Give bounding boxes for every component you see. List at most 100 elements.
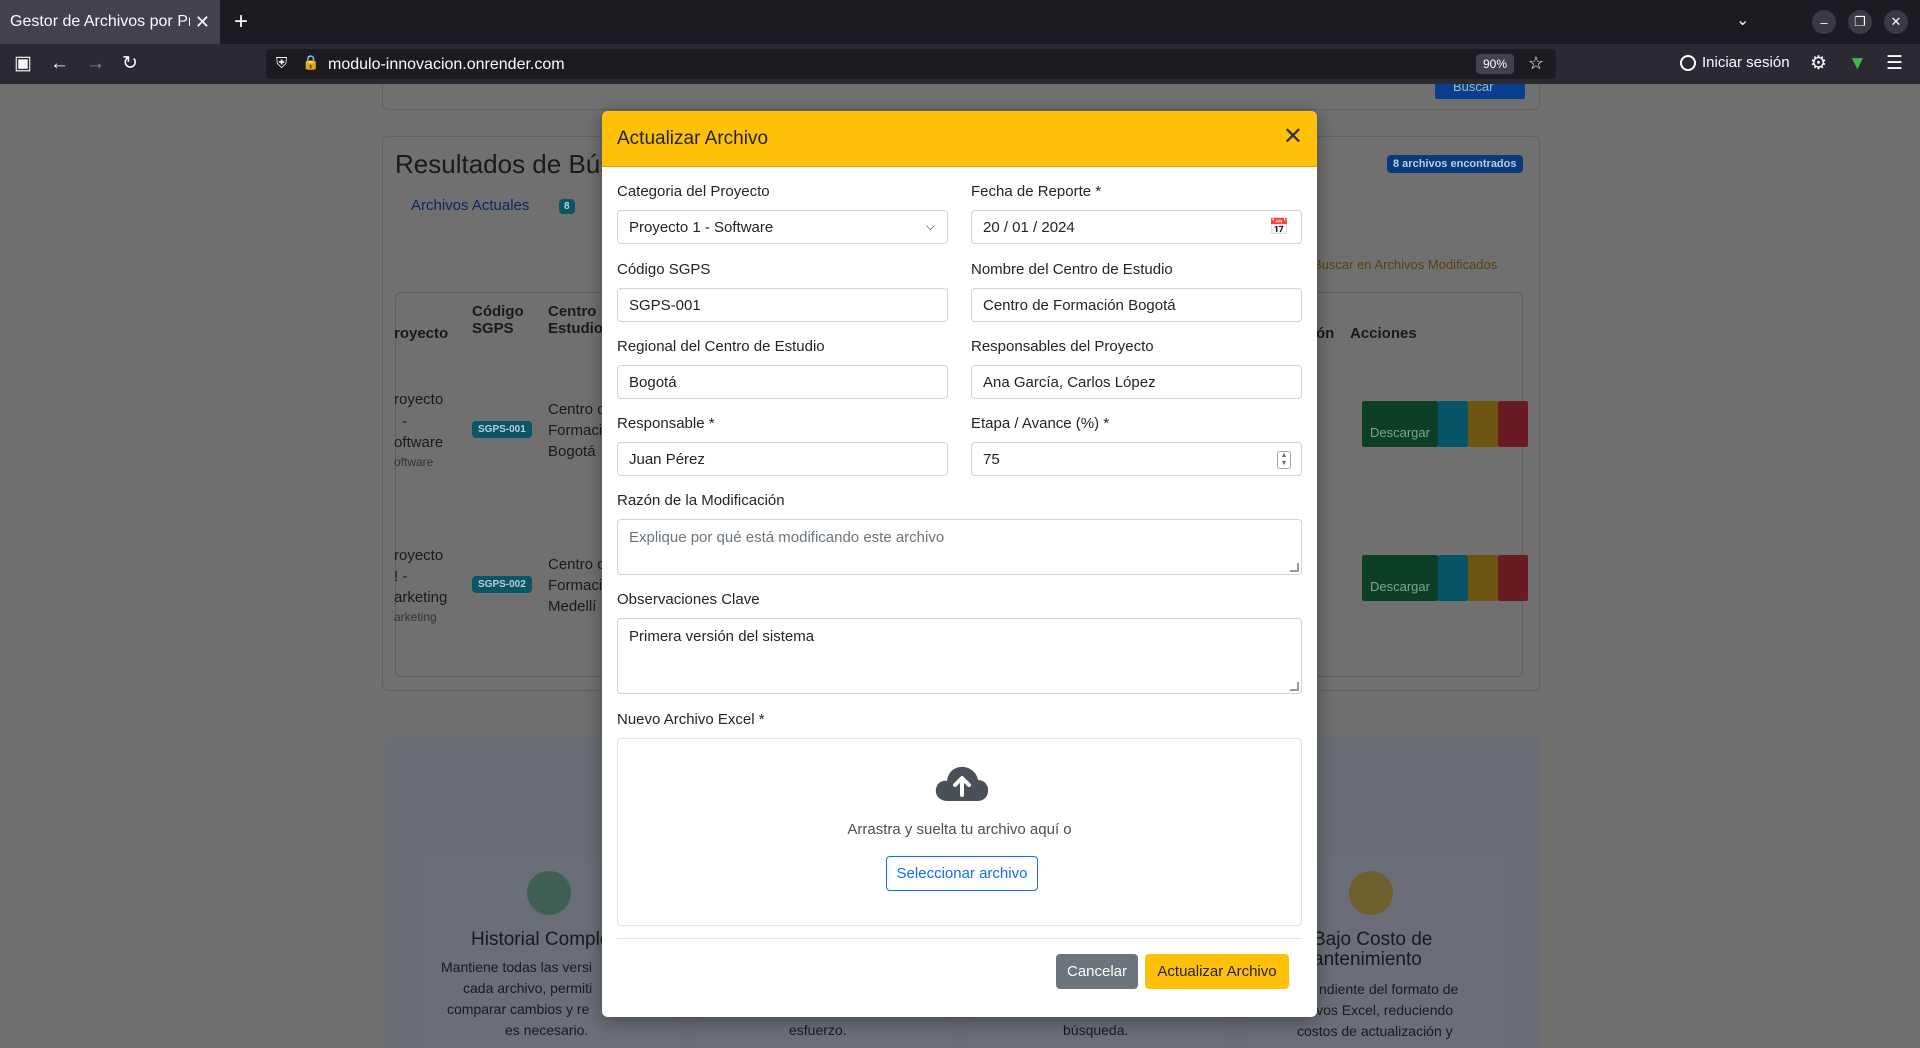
progress-number-input[interactable]: 75 ▲ ▼ bbox=[971, 442, 1302, 476]
update-file-modal: Actualizar Archivo ✕ Categoria del Proye… bbox=[602, 111, 1317, 1017]
row2-project-line1: royecto bbox=[394, 547, 444, 564]
browser-tab[interactable]: Gestor de Archivos por Proyecto ✕ bbox=[0, 0, 220, 44]
app-menu-icon[interactable]: ☰ bbox=[1886, 53, 1903, 75]
row2-project-line2: ! - bbox=[394, 568, 408, 585]
row1-edit-button[interactable] bbox=[1468, 401, 1498, 447]
category-selected-value: Proyecto 1 - Software bbox=[629, 218, 774, 236]
tab-close-icon[interactable]: ✕ bbox=[195, 12, 210, 32]
project-leads-input[interactable]: Ana García, Carlos López bbox=[971, 365, 1302, 399]
report-date-input[interactable]: 20 / 01 / 2024 📅 bbox=[971, 210, 1302, 244]
file-dropzone[interactable]: Arrastra y suelta tu archivo aquí o Sele… bbox=[617, 738, 1302, 926]
column-header-version: ón bbox=[1316, 325, 1335, 342]
resize-grip-icon[interactable] bbox=[1290, 682, 1299, 691]
cancel-button[interactable]: Cancelar bbox=[1056, 954, 1138, 989]
row1-download-label: Descargar bbox=[1370, 425, 1430, 440]
row2-view-button[interactable] bbox=[1438, 555, 1468, 601]
row1-center-line1: Centro c bbox=[548, 401, 605, 418]
sgps-code-label: Código SGPS bbox=[617, 261, 711, 278]
reason-label: Razón de la Modificación bbox=[617, 492, 785, 509]
center-name-value: Centro de Formación Bogotá bbox=[983, 296, 1176, 314]
bookmark-star-icon[interactable]: ☆ bbox=[1528, 53, 1544, 74]
sgps-code-value: SGPS-001 bbox=[629, 296, 701, 314]
sgps-code-input[interactable]: SGPS-001 bbox=[617, 288, 948, 322]
row1-project-line1: royecto bbox=[394, 391, 444, 408]
sign-in-label: Iniciar sesión bbox=[1702, 54, 1790, 71]
regional-value: Bogotá bbox=[629, 373, 677, 391]
row2-download-button[interactable] bbox=[1362, 555, 1438, 601]
row1-center-line3: Bogotá bbox=[548, 443, 596, 460]
select-file-button[interactable]: Seleccionar archivo bbox=[886, 856, 1038, 891]
row2-sgps-badge: SGPS-002 bbox=[472, 576, 532, 593]
category-select[interactable]: Proyecto 1 - Software ⌵ bbox=[617, 210, 948, 244]
row1-download-button[interactable] bbox=[1362, 401, 1438, 447]
tracking-shield-icon[interactable]: ⛨ bbox=[276, 55, 287, 72]
close-window-icon[interactable]: ✕ bbox=[1884, 10, 1908, 34]
footer-divider bbox=[617, 938, 1302, 939]
row1-view-button[interactable] bbox=[1438, 401, 1468, 447]
browser-navigation-bar: ▣ ← → ↻ ⛨ 🔒 modulo-innovacion.onrender.c… bbox=[0, 44, 1920, 84]
address-bar[interactable]: ⛨ 🔒 modulo-innovacion.onrender.com 90% ☆ bbox=[266, 49, 1556, 79]
feature-cost-title-line2: antenimiento bbox=[1313, 949, 1422, 970]
feature-cost-line3: costos de actualización y bbox=[1297, 1023, 1453, 1039]
reason-textarea[interactable]: Explique por qué está modificando este a… bbox=[617, 519, 1302, 575]
back-arrow-icon[interactable]: ← bbox=[50, 53, 69, 75]
responsible-label: Responsable * bbox=[617, 415, 715, 432]
list-tabs-chevron-icon[interactable]: ⌄ bbox=[1736, 10, 1749, 30]
progress-label: Etapa / Avance (%) * bbox=[971, 415, 1110, 432]
feature-cost-line1: ndiente del formato de bbox=[1319, 981, 1459, 997]
row1-project-line3: oftware bbox=[394, 434, 444, 451]
number-stepper-icon[interactable]: ▲ ▼ bbox=[1277, 451, 1291, 469]
calendar-icon[interactable]: 📅 bbox=[1269, 217, 1289, 237]
sidebar-toggle-icon[interactable]: ▣ bbox=[14, 53, 32, 75]
update-file-button[interactable]: Actualizar Archivo bbox=[1145, 954, 1289, 989]
column-header-center: Centro Estudio bbox=[548, 303, 603, 337]
observations-textarea[interactable]: Primera versión del sistema bbox=[617, 618, 1302, 694]
zoom-level-badge[interactable]: 90% bbox=[1475, 54, 1514, 74]
current-files-count-badge: 8 bbox=[559, 199, 575, 214]
responsible-input[interactable]: Juan Pérez bbox=[617, 442, 948, 476]
tab-current-files[interactable]: Archivos Actuales bbox=[411, 197, 529, 214]
center-name-label: Nombre del Centro de Estudio bbox=[971, 261, 1173, 278]
column-header-actions: Acciones bbox=[1350, 325, 1417, 342]
tab-title: Gestor de Archivos por Proyecto bbox=[10, 13, 190, 30]
row2-category: arketing bbox=[394, 610, 437, 624]
row1-category: oftware bbox=[394, 455, 434, 469]
feature-history-line2: cada archivo, permiti bbox=[463, 980, 593, 996]
column-header-sgps: Código SGPS bbox=[472, 303, 524, 337]
dropzone-text: Arrastra y suelta tu archivo aquí o bbox=[847, 821, 1072, 838]
column-header-project: royecto bbox=[394, 325, 449, 342]
minimize-window-icon[interactable]: – bbox=[1812, 10, 1836, 34]
forward-arrow-icon[interactable]: → bbox=[86, 53, 105, 75]
new-file-label: Nuevo Archivo Excel * bbox=[617, 711, 765, 728]
responsible-value: Juan Pérez bbox=[629, 450, 705, 468]
row2-center-line1: Centro c bbox=[548, 556, 605, 573]
row1-center-line2: Formaci bbox=[548, 422, 603, 439]
restore-window-icon[interactable]: ❐ bbox=[1848, 10, 1872, 34]
new-tab-button[interactable]: + bbox=[234, 8, 248, 36]
observations-value: Primera versión del sistema bbox=[629, 628, 815, 645]
row1-delete-button[interactable] bbox=[1498, 401, 1528, 447]
shield-extension-icon[interactable]: ▼ bbox=[1848, 53, 1867, 75]
center-name-input[interactable]: Centro de Formación Bogotá bbox=[971, 288, 1302, 322]
row2-download-label: Descargar bbox=[1370, 579, 1430, 594]
search-card: Buscar bbox=[382, 84, 1540, 110]
close-icon[interactable]: ✕ bbox=[1283, 125, 1303, 149]
feature-history-line3: comparar cambios y re bbox=[447, 1001, 590, 1017]
regional-input[interactable]: Bogotá bbox=[617, 365, 948, 399]
chevron-down-icon: ⌵ bbox=[925, 219, 935, 233]
lock-icon[interactable]: 🔒 bbox=[302, 54, 319, 71]
url-text[interactable]: modulo-innovacion.onrender.com bbox=[328, 56, 565, 74]
row2-center-line2: Formaci bbox=[548, 577, 603, 594]
feature-history-line4: es necesario. bbox=[505, 1022, 589, 1038]
row2-edit-button[interactable] bbox=[1468, 555, 1498, 601]
search-modified-link[interactable]: Buscar en Archivos Modificados bbox=[1313, 257, 1497, 272]
row2-delete-button[interactable] bbox=[1498, 555, 1528, 601]
browser-tab-strip: Gestor de Archivos por Proyecto ✕ + ⌄ – … bbox=[0, 0, 1920, 44]
history-icon bbox=[527, 871, 571, 915]
feature-history-title: Historial Comple bbox=[471, 929, 611, 950]
sign-in-button[interactable]: Iniciar sesión bbox=[1680, 54, 1790, 71]
feature-2-line1: esfuerzo. bbox=[789, 1022, 847, 1038]
resize-grip-icon[interactable] bbox=[1290, 563, 1299, 572]
reload-icon[interactable]: ↻ bbox=[122, 53, 138, 75]
extensions-icon[interactable]: ⚙ bbox=[1810, 53, 1827, 75]
